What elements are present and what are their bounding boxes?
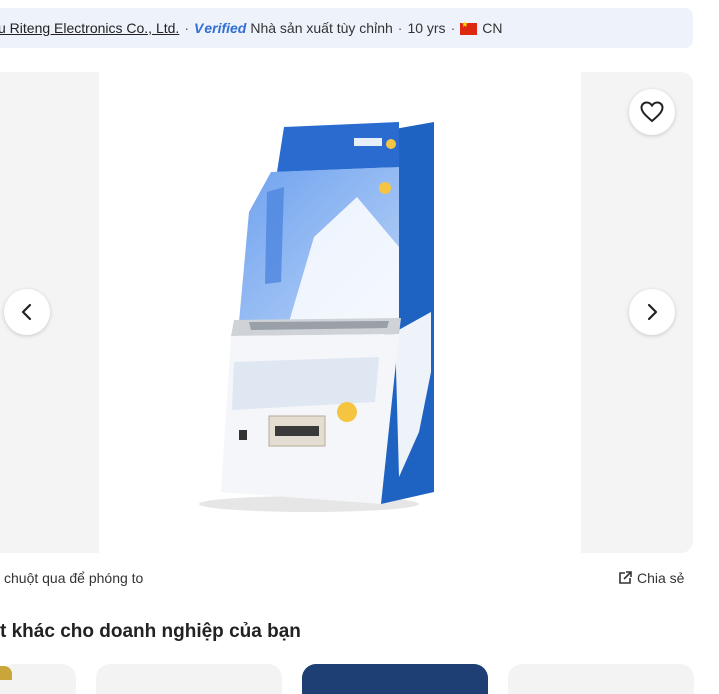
supplier-years: 10 yrs: [407, 20, 446, 36]
verified-icon: V: [193, 20, 204, 36]
verified-label: erified: [204, 20, 247, 36]
share-label: Chia sẻ: [637, 570, 685, 586]
separator: ·: [397, 20, 403, 36]
next-image-button[interactable]: [629, 289, 675, 335]
supplier-country: CN: [482, 20, 503, 36]
zoom-hint: chuột qua để phóng to: [4, 570, 144, 586]
share-button[interactable]: Chia sẻ: [617, 570, 684, 586]
verified-badge[interactable]: Verified: [194, 20, 246, 36]
section-title: t khác cho doanh nghiệp của bạn: [0, 621, 301, 642]
previous-image-button[interactable]: [4, 289, 50, 335]
separator: ·: [450, 20, 456, 36]
chevron-right-icon: [647, 303, 658, 321]
product-card[interactable]: [0, 664, 76, 694]
supplier-name-link[interactable]: u Riteng Electronics Co., Ltd.: [0, 20, 179, 36]
product-card[interactable]: [508, 664, 694, 694]
arcade-machine-illustration: [199, 122, 434, 512]
supplier-bar: u Riteng Electronics Co., Ltd. · Verifie…: [0, 8, 693, 48]
separator: ·: [184, 20, 189, 36]
product-card[interactable]: [302, 664, 488, 694]
supplier-type: Nhà sản xuất tùy chỉnh: [250, 20, 393, 36]
chevron-left-icon: [21, 303, 32, 321]
product-gallery: [0, 72, 693, 553]
heart-icon: [640, 101, 664, 123]
card-thumbnail: [0, 666, 12, 680]
china-flag-icon: [460, 20, 478, 35]
favorite-button[interactable]: [629, 89, 675, 135]
product-image[interactable]: [99, 72, 581, 553]
share-icon: [619, 571, 632, 584]
product-card[interactable]: [96, 664, 282, 694]
